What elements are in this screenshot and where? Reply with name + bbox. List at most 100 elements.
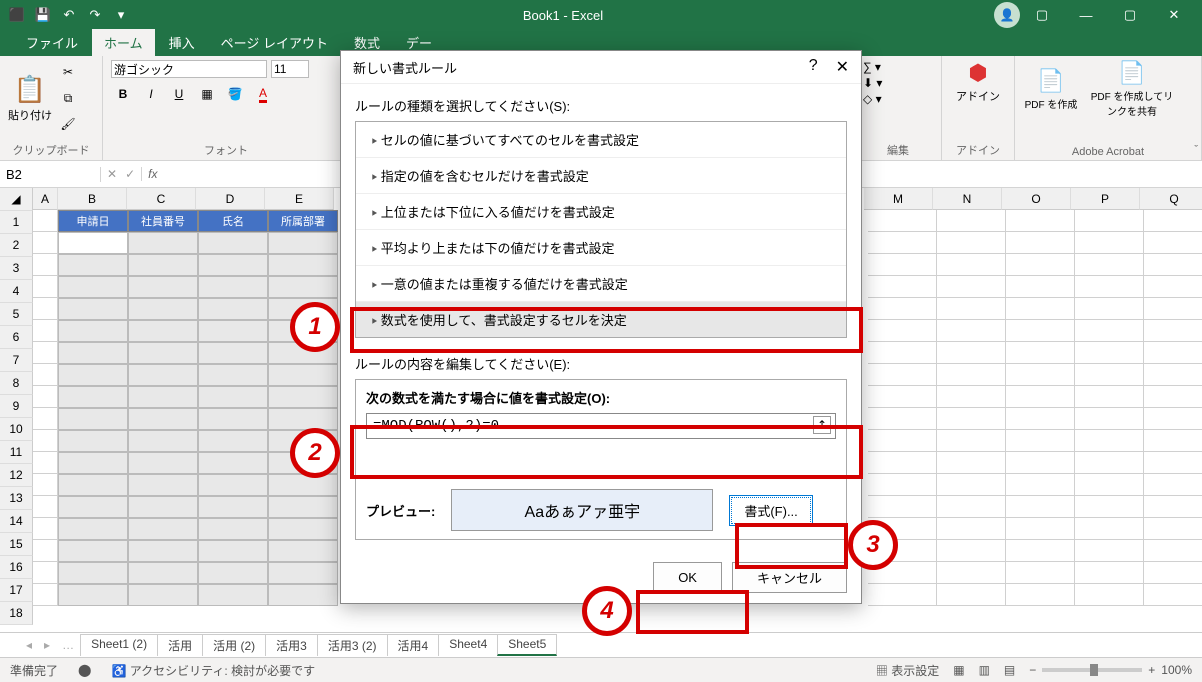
rule-item-2[interactable]: 上位または下位に入る値だけを書式設定 bbox=[356, 194, 846, 230]
cell[interactable] bbox=[58, 276, 128, 298]
cell[interactable] bbox=[1075, 518, 1144, 540]
cell[interactable] bbox=[868, 496, 937, 518]
fill-color-icon[interactable]: 🪣 bbox=[223, 82, 247, 106]
cell[interactable] bbox=[1144, 320, 1202, 342]
sheet-tab[interactable]: 活用4 bbox=[387, 634, 440, 656]
rule-item-4[interactable]: 一意の値または重複する値だけを書式設定 bbox=[356, 266, 846, 302]
cell[interactable] bbox=[33, 408, 58, 430]
dialog-close-icon[interactable]: ✕ bbox=[836, 57, 849, 77]
cell[interactable] bbox=[198, 232, 268, 254]
cell[interactable] bbox=[1144, 298, 1202, 320]
minimize-button[interactable]: — bbox=[1064, 0, 1108, 30]
cell[interactable] bbox=[198, 518, 268, 540]
pdf-share-icon[interactable]: 📄 bbox=[1118, 60, 1145, 86]
cell[interactable] bbox=[198, 496, 268, 518]
row-header[interactable]: 11 bbox=[0, 441, 33, 464]
col-header[interactable]: B bbox=[58, 188, 127, 210]
cell[interactable] bbox=[1006, 430, 1075, 452]
cell[interactable] bbox=[1006, 562, 1075, 584]
paste-label[interactable]: 貼り付け bbox=[8, 107, 52, 123]
cell[interactable] bbox=[1144, 386, 1202, 408]
cell[interactable] bbox=[58, 298, 128, 320]
cell[interactable] bbox=[198, 364, 268, 386]
cell[interactable] bbox=[198, 562, 268, 584]
cell[interactable] bbox=[128, 496, 198, 518]
col-header[interactable]: P bbox=[1071, 188, 1140, 210]
cell[interactable] bbox=[937, 474, 1006, 496]
ribbon-display-icon[interactable]: ▢ bbox=[1020, 0, 1064, 30]
pdf-create-icon[interactable]: 📄 bbox=[1037, 68, 1064, 94]
cell[interactable] bbox=[33, 364, 58, 386]
cell[interactable] bbox=[1075, 254, 1144, 276]
table-header[interactable]: 氏名 bbox=[198, 210, 268, 232]
bold-button[interactable]: B bbox=[111, 82, 135, 106]
cancel-formula-icon[interactable]: ✕ bbox=[107, 167, 117, 181]
row-header[interactable]: 3 bbox=[0, 257, 33, 280]
row-header[interactable]: 10 bbox=[0, 418, 33, 441]
row-header[interactable]: 15 bbox=[0, 533, 33, 556]
cell[interactable] bbox=[1075, 584, 1144, 606]
row-header[interactable]: 13 bbox=[0, 487, 33, 510]
cell[interactable] bbox=[198, 584, 268, 606]
cell[interactable] bbox=[128, 254, 198, 276]
autosave-icon[interactable]: ⬛ bbox=[6, 4, 28, 26]
cell[interactable] bbox=[937, 298, 1006, 320]
cell[interactable] bbox=[868, 320, 937, 342]
cell[interactable] bbox=[128, 474, 198, 496]
sheet-tab[interactable]: Sheet5 bbox=[497, 634, 557, 656]
table-header[interactable]: 所属部署 bbox=[268, 210, 338, 232]
cell[interactable] bbox=[937, 430, 1006, 452]
cell[interactable] bbox=[1144, 210, 1202, 232]
cell[interactable] bbox=[58, 584, 128, 606]
cell[interactable] bbox=[128, 298, 198, 320]
row-header[interactable]: 6 bbox=[0, 326, 33, 349]
cell[interactable] bbox=[937, 386, 1006, 408]
cell[interactable] bbox=[937, 254, 1006, 276]
cell[interactable] bbox=[58, 430, 128, 452]
table-header[interactable]: 社員番号 bbox=[128, 210, 198, 232]
cell[interactable] bbox=[1075, 540, 1144, 562]
cancel-button[interactable]: キャンセル bbox=[732, 562, 847, 593]
enter-formula-icon[interactable]: ✓ bbox=[125, 167, 135, 181]
cell[interactable] bbox=[33, 584, 58, 606]
table-header[interactable]: 申請日 bbox=[58, 210, 128, 232]
cell[interactable] bbox=[1144, 276, 1202, 298]
cell[interactable] bbox=[198, 452, 268, 474]
col-header[interactable]: A bbox=[33, 188, 58, 210]
cell[interactable] bbox=[868, 474, 937, 496]
cell[interactable] bbox=[1144, 452, 1202, 474]
cell[interactable] bbox=[1006, 320, 1075, 342]
cell[interactable] bbox=[128, 342, 198, 364]
cell[interactable] bbox=[58, 320, 128, 342]
clear-icon[interactable]: ◇ ▾ bbox=[863, 92, 882, 106]
cell[interactable] bbox=[1006, 276, 1075, 298]
dialog-help-icon[interactable]: ? bbox=[809, 57, 818, 77]
cell[interactable] bbox=[268, 562, 338, 584]
cut-icon[interactable]: ✂ bbox=[56, 60, 80, 84]
cell[interactable] bbox=[1006, 496, 1075, 518]
cell[interactable] bbox=[1144, 430, 1202, 452]
cell[interactable] bbox=[58, 540, 128, 562]
cell[interactable] bbox=[868, 342, 937, 364]
cell[interactable] bbox=[33, 540, 58, 562]
pdf-share-label[interactable]: PDF を作成してリンクを共有 bbox=[1087, 88, 1177, 118]
cell[interactable] bbox=[1006, 298, 1075, 320]
cell[interactable] bbox=[1006, 254, 1075, 276]
cell[interactable] bbox=[1075, 386, 1144, 408]
cell[interactable] bbox=[1144, 364, 1202, 386]
cell[interactable] bbox=[33, 298, 58, 320]
cell[interactable] bbox=[33, 386, 58, 408]
cell[interactable] bbox=[1075, 408, 1144, 430]
cell[interactable] bbox=[868, 254, 937, 276]
name-box[interactable]: B2 bbox=[0, 167, 101, 182]
fx-icon[interactable]: fx bbox=[142, 167, 163, 181]
cell[interactable] bbox=[1075, 452, 1144, 474]
cell[interactable] bbox=[198, 408, 268, 430]
cell[interactable] bbox=[868, 210, 937, 232]
cell[interactable] bbox=[1006, 386, 1075, 408]
cell[interactable] bbox=[937, 210, 1006, 232]
zoom-out-icon[interactable]: − bbox=[1029, 663, 1036, 677]
cell[interactable] bbox=[58, 452, 128, 474]
accessibility-status[interactable]: ♿ アクセシビリティ: 検討が必要です bbox=[111, 662, 315, 679]
row-header[interactable]: 16 bbox=[0, 556, 33, 579]
